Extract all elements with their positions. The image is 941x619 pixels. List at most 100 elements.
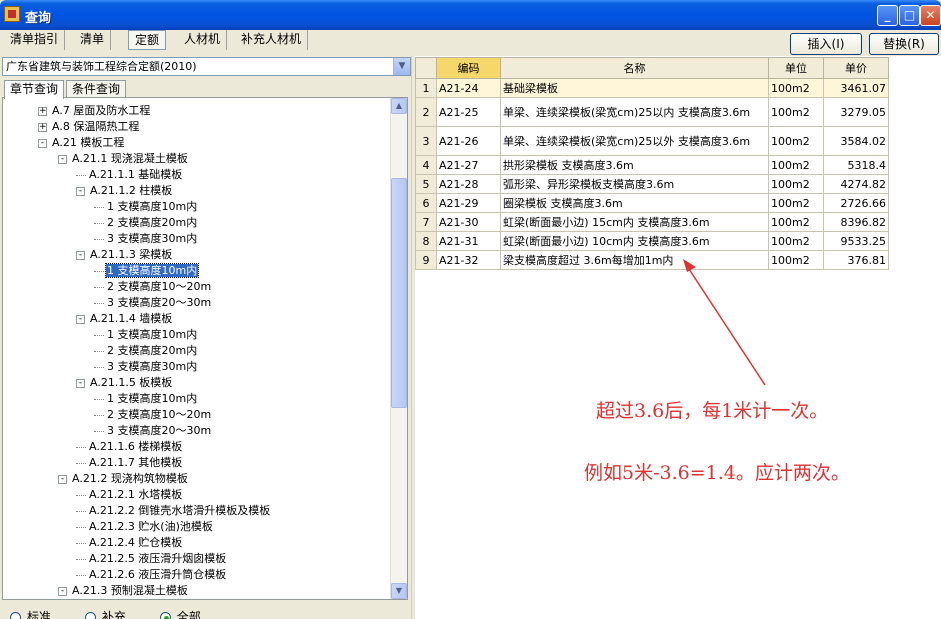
tree-node[interactable]: A.21.2.3 贮水(油)池模板 [76,519,214,535]
table-row[interactable]: 4 A21-27 拱形梁模板 支模高度3.6m 100m2 5318.4 [415,155,889,175]
table-row[interactable]: 8 A21-31 虹梁(断面最小边) 10cm内 支模高度3.6m 100m2 9533… [415,231,889,251]
tree-node[interactable]: - A.21.1.5 板模板 [76,375,173,391]
expand-icon[interactable]: + [38,106,47,116]
tree-node-label: A.21.3 预制混凝土模板 [72,584,188,597]
tree-node[interactable]: A.21.1.6 楼梯模板 [76,439,183,455]
table-row[interactable]: 2 A21-25 单梁、连续梁模板(梁宽cm)25以内 支模高度3.6m 100m2 3… [415,97,889,127]
quota-library-select[interactable]: 广东省建筑与装饰工程综合定额(2010) ▼ [2,57,411,76]
close-button[interactable]: ✕ [920,5,941,26]
collapse-icon[interactable]: - [58,154,67,164]
header-unit[interactable]: 单位 [768,57,824,79]
minimize-button[interactable]: _ [877,5,898,26]
collapse-icon[interactable]: - [58,586,67,596]
tree-node[interactable]: 2 支模高度10～20m [94,279,212,295]
tree-node[interactable]: 3 支模高度20～30m [94,423,212,439]
tree-node[interactable]: 3 支模高度20～30m [94,295,212,311]
table-row[interactable]: 5 A21-28 弧形梁、异形梁模板支模高度3.6m 100m2 4274.82 [415,174,889,194]
chevron-down-icon[interactable]: ▼ [393,58,410,75]
tree-node[interactable]: A.21.2.1 水塔模板 [76,487,183,503]
tree-node[interactable]: - A.21.1.4 墙模板 [76,311,173,327]
tree-node[interactable]: 2 支模高度20m内 [94,215,198,231]
expand-icon[interactable]: + [38,122,47,132]
table-row[interactable]: 3 A21-26 单梁、连续梁模板(梁宽cm)25以外 支模高度3.6m 100m2 3… [415,126,889,156]
tree-connector [94,414,104,416]
tree-node[interactable]: 3 支模高度30m内 [94,231,198,247]
tree-connector [76,494,86,496]
tree-node[interactable]: A.21.2.5 液压滑升烟囱模板 [76,551,227,567]
tree-node[interactable]: 1 支模高度10m内 [94,263,200,279]
tree-node[interactable]: A.21.2.6 液压滑升筒仓模板 [76,567,227,583]
cell-code: A21-31 [436,231,501,251]
header-code[interactable]: 编码 [436,57,501,79]
collapse-icon[interactable]: - [58,474,67,484]
tree-node[interactable]: + A.7 屋面及防水工程 [38,103,151,119]
radio-all[interactable]: 全部 [159,608,201,619]
tree-node[interactable]: 1 支模高度10m内 [94,199,198,215]
tree-connector [76,526,86,528]
header-name[interactable]: 名称 [500,57,769,79]
cell-unit: 100m2 [768,97,824,127]
scroll-down-icon[interactable]: ▼ [391,583,407,599]
tree-node[interactable]: A.21.1.1 基础模板 [76,167,183,183]
scroll-up-icon[interactable]: ▲ [391,98,407,114]
tab-chapter-search[interactable]: 章节查询 [4,80,65,99]
collapse-icon[interactable]: - [38,138,47,148]
tree-node-label: A.21 模板工程 [52,136,125,149]
tab-condition-search[interactable]: 条件查询 [66,80,127,98]
tree-node[interactable]: - A.21.1.3 梁模板 [76,247,173,263]
replace-button[interactable]: 替换(R) [869,33,939,55]
cell-price: 4274.82 [823,174,889,194]
tree-node-label: A.7 屋面及防水工程 [52,104,151,117]
collapse-icon[interactable]: - [76,250,85,260]
tree-node[interactable]: A.21.2.4 贮仓模板 [76,535,183,551]
tree-node-label: 2 支模高度20m内 [107,216,198,229]
tree-node[interactable]: - A.21.1.2 柱模板 [76,183,173,199]
tab-buchong-rencaiji[interactable]: 补充人材机 [235,30,309,50]
maximize-button[interactable]: □ [899,5,920,26]
tree-node-label: 3 支模高度20～30m [107,296,212,309]
tree-node[interactable]: 3 支模高度30m内 [94,359,198,375]
cell-no: 8 [415,231,437,251]
tab-qingdan-zhiyin[interactable]: 清单指引 [4,30,66,50]
tab-rencaiji[interactable]: 人材机 [178,30,228,50]
tree-node[interactable]: A.21.1.7 其他模板 [76,455,183,471]
tree-node[interactable]: - A.21.1 现浇混凝土模板 [58,151,189,167]
tree-node[interactable]: 1 支模高度10m内 [94,391,198,407]
tree-node[interactable]: - A.21.3 预制混凝土模板 [58,583,189,599]
tree-node-label: A.21.2.6 液压滑升筒仓模板 [89,568,227,581]
tree-node[interactable]: + A.8 保温隔热工程 [38,119,140,135]
collapse-icon[interactable]: - [76,378,85,388]
cell-price: 2726.66 [823,193,889,213]
tree-node[interactable]: A.21.2.2 倒锥壳水塔滑升模板及模板 [76,503,271,519]
radio-supplement[interactable]: 补充 [84,608,126,619]
chapter-tree[interactable]: + A.7 屋面及防水工程 + A.8 保温隔热工程 - A.21 模板工程 - A.21.1… [2,97,408,600]
tab-qingdan[interactable]: 清单 [74,30,112,50]
tree-node-label: A.21.1.7 其他模板 [89,456,183,469]
tree-node[interactable]: - A.21 模板工程 [38,135,125,151]
table-row[interactable]: 1 A21-24 基础梁模板 100m2 3461.07 [415,78,889,98]
tree-node-label: A.21.1.6 楼梯模板 [89,440,183,453]
tree-node-label: 1 支模高度10m内 [104,263,200,278]
collapse-icon[interactable]: - [76,186,85,196]
tree-node[interactable]: 2 支模高度20m内 [94,343,198,359]
tab-dinge[interactable]: 定额 [128,30,167,50]
tree-node[interactable]: - A.21.2 现浇构筑物模板 [58,471,189,487]
radio-standard[interactable]: 标准 [10,608,51,619]
table-row[interactable]: 9 A21-32 梁支模高度超过 3.6m每增加1m内 100m2 376.81 [415,250,889,270]
app-icon [4,6,20,22]
cell-name: 圈梁模板 支模高度3.6m [500,193,769,213]
cell-price: 376.81 [823,250,889,270]
tree-node[interactable]: 2 支模高度10～20m [94,407,212,423]
table-row[interactable]: 6 A21-29 圈梁模板 支模高度3.6m 100m2 2726.66 [415,193,889,213]
scroll-thumb[interactable] [391,178,407,408]
collapse-icon[interactable]: - [76,314,85,324]
tree-connector [76,174,86,176]
tree-node-label: A.21.2.4 贮仓模板 [89,536,183,549]
table-row[interactable]: 7 A21-30 虹梁(断面最小边) 15cm内 支模高度3.6m 100m2 8396… [415,212,889,232]
tree-node-label: A.8 保温隔热工程 [52,120,140,133]
header-price[interactable]: 单价 [823,57,889,79]
tree-connector [76,462,86,464]
tree-scrollbar[interactable]: ▲ ▼ [390,98,407,599]
tree-node[interactable]: 1 支模高度10m内 [94,327,198,343]
insert-button[interactable]: 插入(I) [790,33,862,55]
